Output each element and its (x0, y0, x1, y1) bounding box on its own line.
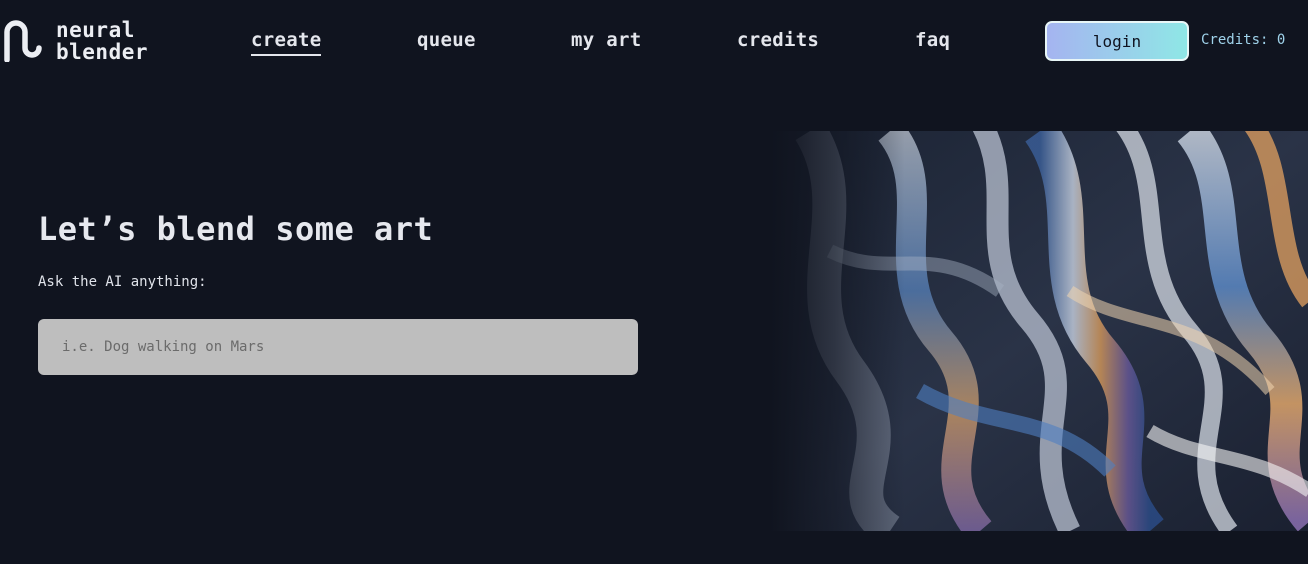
wave-logo-icon (2, 18, 44, 62)
nav-my-art[interactable]: my art (571, 29, 641, 51)
page-title: Let’s blend some art (38, 210, 434, 248)
credits-balance: Credits: 0 (1201, 32, 1286, 48)
logo-line-2: blender (56, 40, 149, 64)
nav-create[interactable]: create (251, 29, 322, 56)
page: neural blender create queue my art credi… (0, 0, 1308, 564)
logo[interactable]: neural blender (2, 18, 148, 63)
prompt-input[interactable] (38, 319, 638, 375)
prompt-label: Ask the AI anything: (38, 274, 207, 290)
login-button[interactable]: login (1045, 21, 1189, 61)
nav-credits[interactable]: credits (737, 29, 819, 51)
logo-wordmark: neural blender (56, 19, 148, 63)
hero-art-image (770, 131, 1308, 531)
nav-queue[interactable]: queue (417, 29, 476, 51)
logo-line-1: neural (56, 18, 135, 42)
nav-faq[interactable]: faq (915, 29, 950, 51)
